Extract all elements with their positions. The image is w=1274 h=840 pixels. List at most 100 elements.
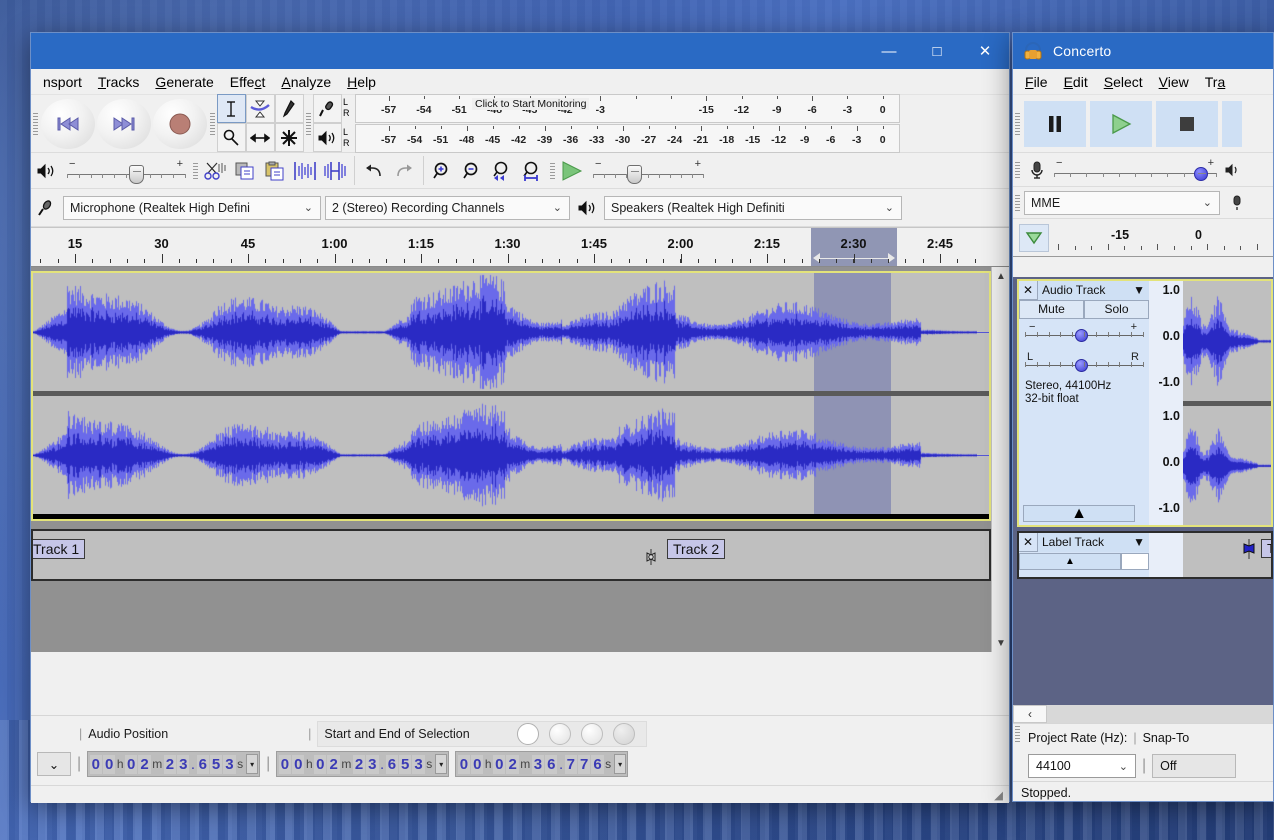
minimize-button[interactable]: — [865,33,913,69]
skip-to-end-button[interactable] [97,98,151,149]
label-track-1[interactable]: Track 1 [33,539,86,559]
scroll-up-button[interactable]: ▲ [992,267,1009,285]
selection-tool[interactable] [216,94,246,123]
recording-device-select[interactable]: Microphone (Realtek High Defini ⌄ [63,195,321,220]
play-meter-speaker-icon[interactable] [312,123,342,152]
concerto-label-track-close-icon[interactable]: ✕ [1019,535,1037,549]
draw-tool[interactable] [274,94,304,123]
audio-track-clip[interactable] [31,271,991,521]
concerto-menu-tracks[interactable]: Tra [1197,71,1234,93]
trim-audio-button[interactable] [290,157,320,185]
concerto-play-button[interactable] [1090,100,1152,147]
recording-channels-select[interactable]: 2 (Stereo) Recording Channels ⌄ [325,195,570,220]
output-volume-slider[interactable]: − + [67,157,186,185]
menu-generate[interactable]: Generate [147,71,221,93]
skip-to-start-button[interactable] [41,98,95,149]
radio-length-end[interactable] [580,723,603,745]
concerto-menu-file[interactable]: File [1017,71,1056,93]
edit-toolbar-grip[interactable] [191,160,200,181]
concerto-mute-button[interactable]: Mute [1019,300,1084,319]
play-meter[interactable]: L R -57 -54 -51 -48 -45 -42 -39 -36 -33 -30 -27 -24… [342,123,900,153]
waveform-channel-right[interactable] [33,396,989,514]
menu-transport[interactable]: nsport [35,71,90,93]
radio-start-end[interactable] [516,723,539,745]
concerto-track-panel[interactable]: ✕ Audio Track ▼ Mute Solo − + L R Stereo… [1013,277,1273,723]
play-grip[interactable] [548,160,557,181]
concerto-pan-slider[interactable]: L R [1025,351,1144,374]
vertical-scrollbar[interactable]: ▲ ▼ [991,267,1009,652]
play-button[interactable] [557,157,587,185]
menu-analyze[interactable]: Analyze [273,71,339,93]
label-track[interactable]: Track 1 Track 2 [31,529,991,581]
record-button[interactable] [153,98,207,149]
fit-selection-button[interactable] [488,157,518,185]
selection-end-spinner[interactable]: ▾ [614,754,627,774]
zoom-in-button[interactable] [428,157,458,185]
multi-tool[interactable] [274,123,304,152]
concerto-mic-slider[interactable]: − + [1054,156,1217,184]
concerto-horizontal-scrollbar[interactable]: ‹ [1013,705,1273,723]
concerto-menu-view[interactable]: View [1151,71,1197,93]
concerto-label-anchor-icon[interactable] [1241,539,1257,559]
redo-button[interactable] [389,157,419,185]
menu-effect[interactable]: Effect [222,71,274,93]
concerto-track-control-panel[interactable]: ✕ Audio Track ▼ Mute Solo − + L R Stereo… [1019,280,1149,525]
waveform-channel-left[interactable] [33,273,989,391]
maximize-button[interactable]: □ [913,33,961,69]
concerto-record-meter[interactable]: -15 0 [1013,219,1273,257]
zoom-tool[interactable] [216,123,246,152]
concerto-mic-slider-thumb[interactable] [1194,166,1208,181]
time-shift-tool[interactable] [245,123,275,152]
concerto-menu-edit[interactable]: Edit [1056,71,1096,93]
menu-tracks[interactable]: Tracks [90,71,148,93]
concerto-stop-button[interactable] [1156,100,1218,147]
record-meter[interactable]: L R -57-54-51-48-45-42-3-21-18-15-12-9-6… [342,93,900,123]
track-panel[interactable]: Track 1 Track 2 ▲ ▼ [31,267,1009,652]
playback-speed-slider[interactable]: − + [593,157,704,185]
concerto-pan-knob[interactable] [1075,359,1088,372]
menu-help[interactable]: Help [339,71,384,93]
concerto-selbar-grip[interactable] [1013,724,1022,744]
zoom-out-button[interactable] [458,157,488,185]
close-button[interactable]: ✕ [961,33,1009,69]
concerto-track-name-menu[interactable]: Audio Track ▼ [1037,280,1149,300]
concerto-solo-button[interactable]: Solo [1084,300,1149,319]
scroll-down-button[interactable]: ▼ [992,634,1009,652]
undo-button[interactable] [359,157,389,185]
concerto-waveform-area[interactable] [1183,281,1271,525]
concerto-snap-to-select[interactable]: Off [1152,754,1237,778]
selection-start-field[interactable]: 00h02m23.653s 00h02m23.653s▾ [276,751,450,777]
radio-length-center[interactable] [612,723,635,745]
concerto-menu-select[interactable]: Select [1096,71,1151,93]
concerto-pause-button[interactable] [1024,100,1086,147]
cut-button[interactable] [200,157,230,185]
silence-audio-button[interactable] [320,157,350,185]
concerto-audio-host-select[interactable]: MME ⌄ [1024,190,1220,215]
label-track-2[interactable]: Track 2 [667,539,726,559]
volume-slider-thumb[interactable] [129,164,144,184]
audio-position-spinner[interactable]: ▾ [246,754,259,774]
timeline-ruler[interactable]: 15 30 45 1:00 1:15 1:30 1:45 2:00 2:15 2:30 2:45 [31,227,1009,267]
speed-slider-thumb[interactable] [627,164,642,184]
copy-button[interactable] [230,157,260,185]
main-titlebar[interactable]: — □ ✕ [31,33,1009,69]
label-anchor-icon[interactable] [644,549,658,565]
concerto-record-button[interactable] [1222,100,1242,147]
concerto-vertical-ruler[interactable]: 1.0 0.0 -1.0 1.0 0.0 -1.0 [1149,281,1183,525]
concerto-project-rate-select[interactable]: 44100 ⌄ [1028,754,1136,778]
concerto-label-track-name-menu[interactable]: Label Track ▼ [1037,532,1149,552]
concerto-track-close-icon[interactable]: ✕ [1019,283,1037,297]
transport-grip[interactable] [31,110,40,137]
concerto-gain-knob[interactable] [1075,329,1088,342]
selection-start-spinner[interactable]: ▾ [435,754,448,774]
concerto-track-collapse-button[interactable]: ▲ [1023,505,1135,522]
rate-select[interactable]: ⌄ [37,752,71,776]
concerto-mixer-grip[interactable] [1013,159,1022,180]
concerto-label-track[interactable]: ✕ Label Track ▼ ▲ [1017,531,1273,579]
concerto-label-track-collapse-button[interactable]: ▲ [1019,553,1121,570]
audio-position-field[interactable]: 00h02m23.653s 00h02m23.653s▾ [87,751,261,777]
envelope-tool[interactable] [245,94,275,123]
record-meter-bar[interactable]: -57-54-51-48-45-42-3-21-18-15-12-9-6-30 … [355,93,900,123]
concerto-device-grip[interactable] [1013,192,1022,213]
selection-end-field[interactable]: 00h02m36.776s 00h02m36.776s▾ [455,751,629,777]
